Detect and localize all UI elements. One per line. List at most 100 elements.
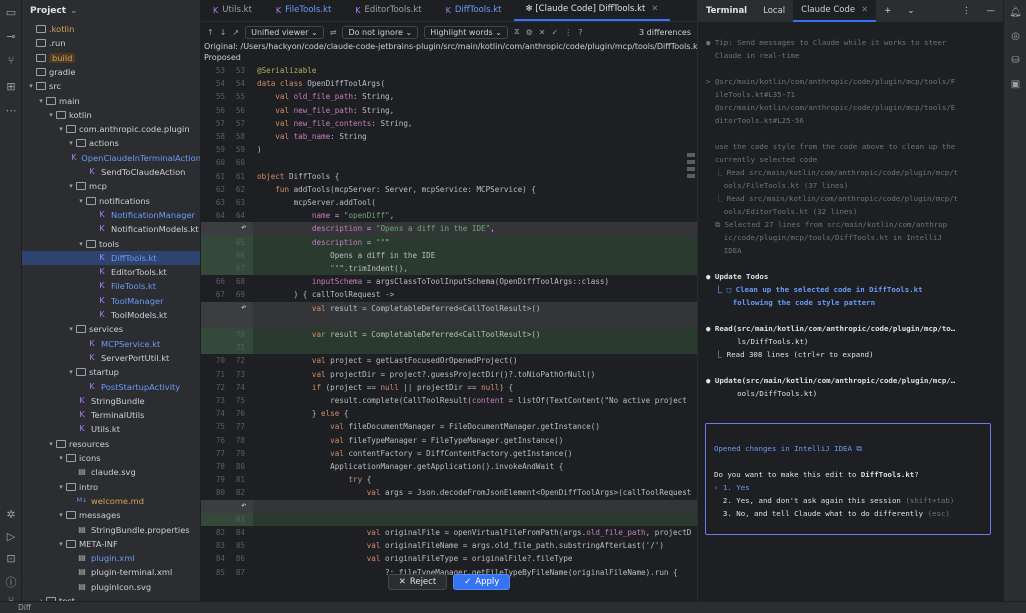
tree-item[interactable]: K Utils.kt — [22, 422, 200, 436]
chevron-down-icon[interactable]: ▾ — [46, 440, 56, 448]
notifications-icon[interactable]: 🔔︎ — [1009, 6, 1022, 19]
code-view[interactable]: 53 53 @Serializable 54 54 data class OpenDiff… — [201, 64, 697, 584]
tab-local[interactable]: Local — [755, 0, 793, 22]
help-icon[interactable]: ? — [578, 28, 582, 37]
viewer-select[interactable]: Unified viewer ⌄ — [245, 25, 324, 39]
database-icon[interactable]: ⛁ — [1009, 54, 1022, 67]
terminal-icon[interactable]: ⊡ — [4, 552, 18, 566]
sync-scroll-icon[interactable]: ⧖ — [514, 27, 520, 37]
revert-icon[interactable]: ↶ — [241, 222, 246, 235]
chevron-down-icon[interactable]: ▾ — [66, 368, 76, 376]
tree-item[interactable]: ▤ pluginIcon.svg — [22, 580, 200, 594]
tree-item[interactable]: ▤ plugin.xml — [22, 551, 200, 565]
chevron-down-icon[interactable]: ▾ — [66, 325, 76, 333]
tree-item[interactable]: K StringBundle — [22, 394, 200, 408]
close-icon[interactable]: ✕ — [651, 4, 658, 14]
problems-icon[interactable]: ⓘ — [4, 576, 18, 590]
tree-item[interactable]: K NotificationManager — [22, 208, 200, 222]
project-view-icon[interactable]: ▭ — [4, 6, 18, 20]
apply-button[interactable]: ✓ Apply — [453, 574, 511, 590]
tree-item[interactable]: ▾ mcp — [22, 179, 200, 193]
gear-icon[interactable]: ⚙ — [526, 28, 533, 37]
ignore-select[interactable]: Do not ignore ⌄ — [342, 25, 419, 39]
reject-button[interactable]: ✕ Reject — [387, 574, 448, 590]
editor-tab[interactable]: K FileTools.kt — [264, 0, 343, 21]
chevron-down-icon[interactable]: ▾ — [76, 197, 86, 205]
commit-icon[interactable]: ⊸ — [4, 30, 18, 44]
project-panel-header[interactable]: Project ⌄ — [22, 0, 200, 22]
chevron-down-icon[interactable]: ▾ — [26, 82, 36, 90]
tree-item[interactable]: ▾ icons — [22, 451, 200, 465]
chevron-down-icon[interactable]: ▾ — [66, 182, 76, 190]
settings-icon[interactable]: ⇌ — [330, 28, 337, 37]
tree-item[interactable]: build — [22, 51, 200, 65]
chevron-down-icon[interactable]: ▾ — [56, 540, 66, 548]
tree-item[interactable]: ▤ StringBundle.properties — [22, 523, 200, 537]
jump-icon[interactable]: ↗ — [232, 28, 239, 37]
tree-item[interactable]: ▾ kotlin — [22, 108, 200, 122]
run-icon[interactable]: ▷ — [4, 530, 18, 544]
tree-item[interactable]: ▾ services — [22, 322, 200, 336]
revert-icon[interactable]: ↶ — [241, 500, 246, 513]
tree-item[interactable]: .kotlin — [22, 22, 200, 36]
ai-assistant-icon[interactable]: ◎ — [1009, 30, 1022, 43]
tree-item[interactable]: K DiffTools.kt — [22, 250, 200, 265]
up-arrow-icon[interactable]: ↑ — [207, 28, 214, 37]
option-yes-dont-ask[interactable]: 2. Yes, and don't ask again this session… — [714, 494, 1004, 507]
revert-icon[interactable]: ↶ — [241, 302, 246, 315]
down-arrow-icon[interactable]: ↓ — [220, 28, 227, 37]
tree-item[interactable]: ▾ resources — [22, 437, 200, 451]
editor-tab[interactable]: K EditorTools.kt — [343, 0, 433, 21]
tree-item[interactable]: ▾ com.anthropic.code.plugin — [22, 122, 200, 136]
tree-item[interactable]: ▾ actions — [22, 136, 200, 150]
tab-claude-code[interactable]: Claude Code ✕ — [793, 0, 877, 22]
check-icon[interactable]: ✓ — [551, 28, 558, 37]
chevron-down-icon[interactable]: ▾ — [56, 483, 66, 491]
debug-icon[interactable]: ✲ — [4, 508, 18, 522]
close-icon[interactable]: ✕ — [539, 28, 546, 37]
highlight-select[interactable]: Highlight words ⌄ — [424, 25, 508, 39]
more-icon[interactable]: ⋮ — [954, 0, 979, 22]
tree-item[interactable]: M↓ welcome.md — [22, 494, 200, 508]
tree-item[interactable]: gradle — [22, 65, 200, 79]
tree-item[interactable]: ▾ META-INF — [22, 537, 200, 551]
tree-item[interactable]: K FileTools.kt — [22, 279, 200, 293]
chevron-down-icon[interactable]: ▾ — [56, 454, 66, 462]
add-tab-icon[interactable]: + — [876, 0, 899, 22]
diff-minimap[interactable] — [687, 150, 695, 200]
editor-tab[interactable]: K DiffTools.kt — [434, 0, 514, 21]
tree-item[interactable]: ▾ messages — [22, 508, 200, 522]
tree-item[interactable]: ▾ src — [22, 79, 200, 93]
tree-item[interactable]: K ToolManager — [22, 294, 200, 308]
chevron-down-icon[interactable]: ▾ — [46, 111, 56, 119]
tree-item[interactable]: K OpenClaudeInTerminalAction — [22, 151, 200, 165]
terminal-icon[interactable]: ▣ — [1009, 78, 1022, 91]
option-yes[interactable]: › 1. Yes — [714, 481, 1004, 494]
tree-item[interactable]: ▾ main — [22, 94, 200, 108]
chevron-down-icon[interactable]: ▾ — [36, 97, 46, 105]
editor-tab[interactable]: K Utils.kt — [201, 0, 264, 21]
editor-tab[interactable]: ✻ [Claude Code] DiffTools.kt ✕ — [513, 0, 671, 21]
more-icon[interactable]: ⋮ — [564, 28, 572, 37]
option-no[interactable]: 3. No, and tell Claude what to do differ… — [714, 507, 1004, 520]
tree-item[interactable]: ▤ plugin-terminal.xml — [22, 565, 200, 579]
tree-item[interactable]: ▾ startup — [22, 365, 200, 379]
chevron-down-icon[interactable]: ▾ — [76, 240, 86, 248]
tree-item[interactable]: K ToolModels.kt — [22, 308, 200, 322]
tree-item[interactable]: K NotificationModels.kt — [22, 222, 200, 236]
tree-item[interactable]: K ServerPortUtil.kt — [22, 351, 200, 365]
tree-item[interactable]: K EditorTools.kt — [22, 265, 200, 279]
tree-item[interactable]: ▤ claude.svg — [22, 465, 200, 479]
tree-item[interactable]: K SendToClaudeAction — [22, 165, 200, 179]
close-icon[interactable]: ✕ — [861, 5, 868, 15]
tree-item[interactable]: ▾ tools — [22, 237, 200, 251]
chevron-down-icon[interactable]: ▾ — [56, 125, 66, 133]
tree-item[interactable]: K PostStartupActivity — [22, 380, 200, 394]
tree-item[interactable]: K TerminalUtils — [22, 408, 200, 422]
chevron-down-icon[interactable]: ⌄ — [899, 0, 922, 22]
structure-icon[interactable]: ⊞ — [4, 80, 18, 94]
more-icon[interactable]: ⋯ — [4, 104, 18, 118]
tree-item[interactable]: ▾ intro — [22, 480, 200, 494]
tree-item[interactable]: K MCPService.kt — [22, 337, 200, 351]
chevron-down-icon[interactable]: ▾ — [66, 139, 76, 147]
